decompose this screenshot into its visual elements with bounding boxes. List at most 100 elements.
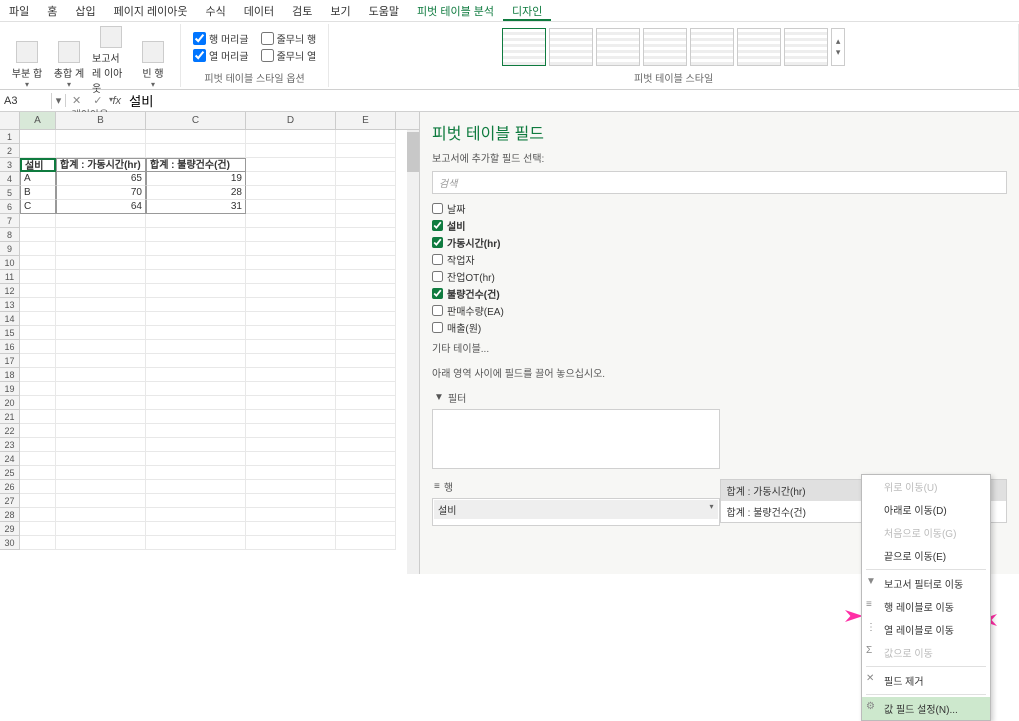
col-header-E[interactable]: E [336, 112, 396, 129]
row-header[interactable]: 1 [0, 130, 20, 144]
row-header[interactable]: 20 [0, 396, 20, 410]
row-header[interactable]: 27 [0, 494, 20, 508]
check-col-headers[interactable]: 열 머리글 [193, 48, 249, 63]
row-header[interactable]: 25 [0, 466, 20, 480]
field-checkbox[interactable] [432, 305, 443, 316]
style-swatch[interactable] [643, 28, 687, 66]
menu-item[interactable]: ⚙값 필드 설정(N)... [862, 697, 990, 720]
row-header[interactable]: 5 [0, 186, 20, 200]
select-all-corner[interactable] [0, 112, 20, 129]
style-swatch[interactable] [737, 28, 781, 66]
tab-help[interactable]: 도움말 [360, 0, 408, 21]
style-swatch[interactable] [784, 28, 828, 66]
check-banded-rows[interactable]: 줄무늬 행 [261, 31, 317, 46]
row-header[interactable]: 8 [0, 228, 20, 242]
other-tables-link[interactable]: 기타 테이블... [432, 340, 1007, 355]
row-header[interactable]: 14 [0, 312, 20, 326]
field-checkbox[interactable] [432, 322, 443, 333]
col-header-B[interactable]: B [56, 112, 146, 129]
field-item[interactable]: 판매수량(EA) [432, 302, 1007, 319]
tab-view[interactable]: 보기 [321, 0, 359, 21]
col-header-C[interactable]: C [146, 112, 246, 129]
field-checkbox[interactable] [432, 254, 443, 265]
pivot-cell[interactable]: B [20, 186, 56, 200]
menu-item[interactable]: 아래로 이동(D) [862, 498, 990, 521]
style-swatch[interactable] [549, 28, 593, 66]
subtotal-button[interactable]: 부분 합▾ [8, 41, 46, 89]
col-header-A[interactable]: A [20, 112, 56, 129]
field-item[interactable]: 잔업OT(hr) [432, 268, 1007, 285]
field-checkbox[interactable] [432, 220, 443, 231]
row-header[interactable]: 28 [0, 508, 20, 522]
pivot-cell[interactable]: 19 [146, 172, 246, 186]
tab-formula[interactable]: 수식 [197, 0, 235, 21]
pivot-cell[interactable]: 31 [146, 200, 246, 214]
field-item[interactable]: 불량건수(건) [432, 285, 1007, 302]
row-header[interactable]: 24 [0, 452, 20, 466]
name-box[interactable]: A3 [0, 93, 52, 109]
blank-rows-button[interactable]: 빈 행▾ [134, 41, 172, 89]
menu-item[interactable]: ▼보고서 필터로 이동 [862, 572, 990, 595]
field-checkbox[interactable] [432, 288, 443, 299]
field-checkbox[interactable] [432, 237, 443, 248]
row-header[interactable]: 29 [0, 522, 20, 536]
check-banded-cols[interactable]: 줄무늬 열 [261, 48, 317, 63]
tab-pivot-analyze[interactable]: 피벗 테이블 분석 [408, 0, 503, 21]
pivot-value-header[interactable]: 합계 : 가동시간(hr) [56, 158, 146, 172]
menu-item[interactable]: ✕필드 제거 [862, 669, 990, 692]
check-row-headers[interactable]: 행 머리글 [193, 31, 249, 46]
row-header[interactable]: 26 [0, 480, 20, 494]
row-header[interactable]: 10 [0, 256, 20, 270]
field-item[interactable]: 가동시간(hr) [432, 234, 1007, 251]
row-header[interactable]: 23 [0, 438, 20, 452]
area-rows-drop[interactable]: 설비▾ [432, 498, 720, 526]
row-header[interactable]: 3 [0, 158, 20, 172]
cancel-fx-icon[interactable]: ✕ [66, 94, 87, 107]
pivot-cell[interactable]: C [20, 200, 56, 214]
row-header[interactable]: 17 [0, 354, 20, 368]
row-header[interactable]: 22 [0, 424, 20, 438]
field-checkbox[interactable] [432, 271, 443, 282]
formula-input[interactable] [125, 91, 1019, 110]
style-swatch[interactable] [690, 28, 734, 66]
row-header[interactable]: 15 [0, 326, 20, 340]
tab-design[interactable]: 디자인 [503, 0, 551, 21]
pivot-cell[interactable]: A [20, 172, 56, 186]
tab-review[interactable]: 검토 [283, 0, 321, 21]
row-header[interactable]: 19 [0, 382, 20, 396]
pivot-value-header[interactable]: 합계 : 불량건수(건) [146, 158, 246, 172]
row-header[interactable]: 11 [0, 270, 20, 284]
row-header[interactable]: 6 [0, 200, 20, 214]
name-box-dropdown[interactable]: ▾ [52, 94, 66, 107]
row-header[interactable]: 2 [0, 144, 20, 158]
row-header[interactable]: 12 [0, 284, 20, 298]
menu-item[interactable]: 끝으로 이동(E) [862, 544, 990, 567]
tab-home[interactable]: 홈 [38, 0, 66, 21]
row-header[interactable]: 13 [0, 298, 20, 312]
row-header[interactable]: 4 [0, 172, 20, 186]
field-item[interactable]: 작업자 [432, 251, 1007, 268]
menu-item[interactable]: ⋮열 레이블로 이동 [862, 618, 990, 641]
vertical-scrollbar[interactable] [407, 130, 419, 574]
menu-item[interactable]: ≡행 레이블로 이동 [862, 595, 990, 618]
pivot-cell[interactable]: 28 [146, 186, 246, 200]
row-header[interactable]: 18 [0, 368, 20, 382]
fx-icon[interactable]: fx [108, 95, 125, 107]
pivot-cell[interactable]: 65 [56, 172, 146, 186]
row-header[interactable]: 21 [0, 410, 20, 424]
pivot-cell[interactable]: 70 [56, 186, 146, 200]
tab-layout[interactable]: 페이지 레이아웃 [105, 0, 197, 21]
row-header[interactable]: 7 [0, 214, 20, 228]
field-search-input[interactable]: 검색 [432, 171, 1007, 194]
style-gallery-more[interactable]: ▴▾ [831, 28, 845, 66]
pivot-row-field-header[interactable]: 설비▾ [20, 158, 56, 172]
pivot-cell[interactable]: 64 [56, 200, 146, 214]
area-filters-drop[interactable] [432, 409, 720, 469]
accept-fx-icon[interactable]: ✓ [87, 94, 108, 107]
field-item[interactable]: 날짜 [432, 200, 1007, 217]
style-swatch[interactable] [502, 28, 546, 66]
tab-file[interactable]: 파일 [0, 0, 38, 21]
tab-insert[interactable]: 삽입 [66, 0, 104, 21]
row-header[interactable]: 9 [0, 242, 20, 256]
row-field-chip[interactable]: 설비▾ [434, 500, 718, 519]
